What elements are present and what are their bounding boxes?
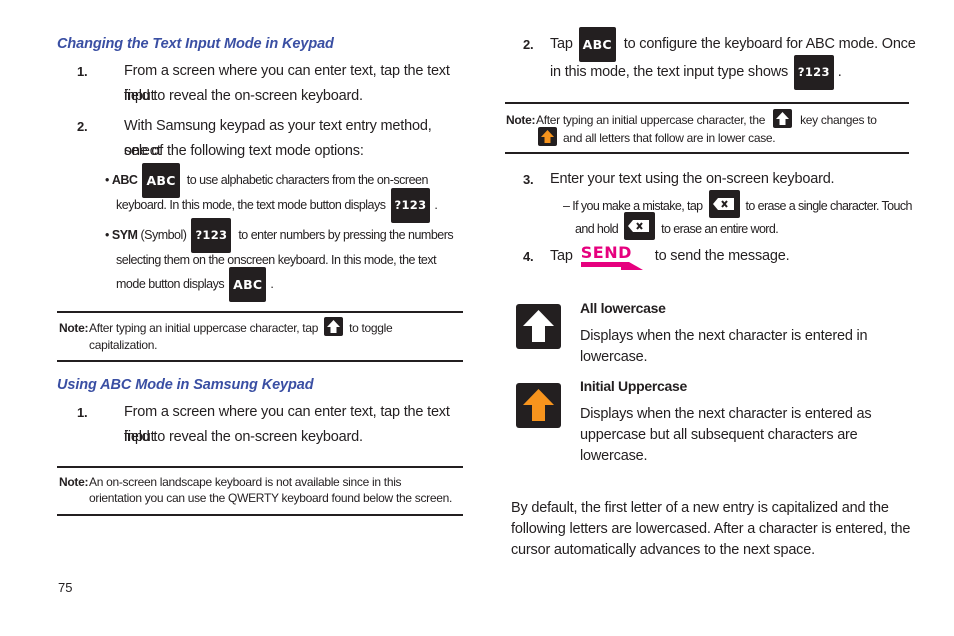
note-text: key changes to [800,113,877,127]
step-number: 3. [523,172,534,187]
page-number: 75 [58,580,73,595]
bullet-label: SYM [111,228,138,242]
paragraph-line: cursor automatically advances to the nex… [511,542,815,558]
definition-line: uppercase but all subsequent characters … [580,427,858,443]
step-text: in this mode, the text input type shows [550,64,789,80]
step-1: 1. From a screen where you can enter tex… [77,400,467,450]
step-text-line1: Tap ABC to configure the keyboard for AB… [550,26,916,62]
note-text-line1: After typing an initial uppercase charac… [89,317,393,337]
step-text: Tap SEND to send the message. [550,243,790,271]
dash: – [563,199,570,213]
step-text-line2: field to reveal the on-screen keyboard. [124,88,363,104]
step-number: 4. [523,249,534,264]
step-text-line2: field to reveal the on-screen keyboard. [124,429,363,445]
paragraph-line: following letters are lowercased. After … [511,521,911,537]
shift-orange-icon [538,127,557,147]
note-text: to toggle [349,321,393,335]
period: . [270,277,274,291]
period: . [434,197,438,212]
default-capitalization-paragraph: By default, the first letter of a new en… [511,498,921,561]
step-number: 2. [523,37,534,52]
paragraph-line: By default, the first letter of a new en… [511,500,889,516]
step-text-line2: in this mode, the text input type shows … [550,54,842,90]
bullet-text: mode button displays [116,277,225,291]
definition-body: Displays when the next character is ente… [580,404,910,467]
note-label: Note: [506,113,536,127]
sub-text: If you make a mistake, tap [572,199,703,213]
definition-line: lowercase. [580,349,648,365]
bullet-text: selecting them on the onscreen keyboard.… [116,252,437,267]
step-2: 2. Tap ABC to configure the keyboard for… [523,26,923,92]
step-text: Tap [550,36,573,52]
bullet-text: keyboard. In this mode, the text mode bu… [116,197,386,212]
step-text: to send the message. [654,248,790,264]
bullet-abc: • ABC ABC to use alphabetic characters f… [105,163,475,223]
bullet-text: to enter numbers by pressing the numbers [238,228,454,242]
backspace-key-icon [708,189,740,218]
send-key-icon: SEND [580,240,643,271]
sym-key-icon: ?123 [793,54,834,90]
step-3: 3. Enter your text using the on-screen k… [523,167,923,192]
shift-white-icon [324,317,344,337]
bullet-text: to use alphabetic characters from the on… [186,173,429,187]
note-text-line1: An on-screen landscape keyboard is not a… [89,475,402,489]
definition-title: All lowercase [580,300,666,316]
bullet-label: ABC [111,173,138,187]
note-text: and all letters that follow are in lower… [563,131,776,145]
bullet-sym: • SYM (Symbol) ?123 to enter numbers by … [105,218,475,303]
definition-line: Displays when the next character is ente… [580,328,868,344]
step-3-sub-item: – If you make a mistake, tap to erase a s… [563,189,913,241]
step-number: 1. [77,405,88,420]
note-text-line2: capitalization. [89,338,158,352]
step-text: Enter your text using the on-screen keyb… [550,171,835,187]
note-label: Note: [59,321,89,335]
shift-white-icon [516,304,561,349]
section-heading-changing-text-input-mode: Changing the Text Input Mode in Keypad [57,36,334,52]
definition-line: lowercase. [580,448,648,464]
note-text: After typing an initial uppercase charac… [536,113,766,127]
step-number: 2. [77,119,88,134]
backspace-key-icon [624,212,656,241]
note-text-line2: orientation you can use the QWERTY keybo… [89,491,453,505]
step-1: 1. From a screen where you can enter tex… [77,59,467,109]
step-text: to configure the keyboard for ABC mode. … [623,36,916,52]
note-text-line1: After typing an initial uppercase charac… [536,109,877,129]
note-label: Note: [59,475,89,489]
note-text: After typing an initial uppercase charac… [89,321,319,335]
note-text-line2: and all letters that follow are in lower… [538,127,776,147]
definition-title: Initial Uppercase [580,378,687,394]
bullet-dot: • [105,173,109,187]
sub-text: to erase an entire word. [661,221,779,236]
sym-key-icon: ?123 [390,187,431,223]
definition-body: Displays when the next character is ente… [580,326,910,368]
abc-key-icon: ABC [229,267,267,303]
section-heading-using-abc-mode: Using ABC Mode in Samsung Keypad [57,377,314,393]
step-text: Tap [550,248,573,264]
sub-text: to erase a single character. Touch [745,199,913,213]
shift-orange-icon [516,383,561,428]
step-2: 2. With Samsung keypad as your text entr… [77,114,467,164]
step-4: 4. Tap SEND to send the message. [523,243,923,274]
bullet-label-suffix: (Symbol) [137,228,187,242]
note-landscape-keyboard: Note: An on-screen landscape keyboard is… [57,466,463,516]
bullet-dot: • [105,228,109,242]
sub-text: and hold [575,221,619,236]
period: . [837,64,842,80]
abc-key-icon: ABC [578,26,616,62]
shift-white-icon [773,109,793,129]
definition-line: Displays when the next character is ente… [580,406,872,422]
step-number: 1. [77,64,88,79]
note-toggle-capitalization: Note: After typing an initial uppercase … [57,311,463,362]
note-shift-key-change: Note: After typing an initial uppercase … [505,102,909,154]
step-text-line2: one of the following text mode options: [124,143,364,159]
